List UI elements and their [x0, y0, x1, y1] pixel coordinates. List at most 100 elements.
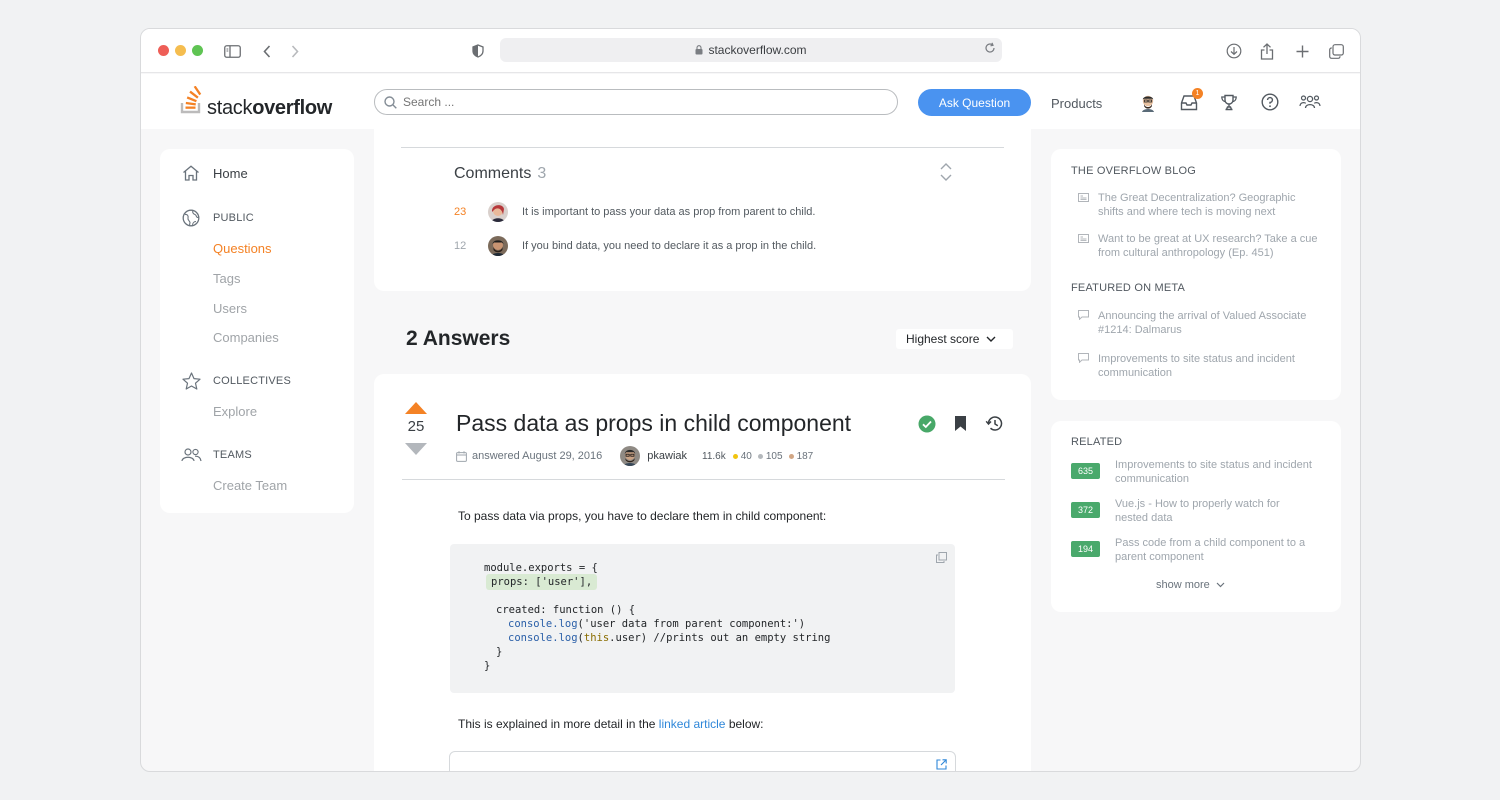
minimize-window-button[interactable]	[175, 45, 186, 56]
inbox-badge: 1	[1192, 88, 1203, 99]
author-name[interactable]: pkawiak	[647, 450, 687, 462]
stackoverflow-logo[interactable]: stackoverflow	[180, 85, 333, 119]
code-line: props: ['user'],	[486, 574, 598, 590]
comment-item: 12 If you bind data, you need to declare…	[454, 236, 816, 256]
related-link[interactable]: Improvements to site status and incident…	[1115, 458, 1315, 486]
related-link[interactable]: Vue.js - How to properly watch for neste…	[1115, 497, 1315, 525]
blog-link[interactable]: The Great Decentralization? Geographic s…	[1098, 191, 1323, 219]
code-block: module.exports = { props: ['user'], crea…	[450, 544, 955, 693]
divider	[401, 147, 1004, 148]
close-window-button[interactable]	[158, 45, 169, 56]
blog-link[interactable]: Want to be great at UX research? Take a …	[1098, 232, 1323, 260]
privacy-shield-icon[interactable]	[468, 41, 488, 61]
copy-icon[interactable]	[936, 552, 947, 563]
author-avatar[interactable]	[620, 446, 641, 466]
downvote-button[interactable]	[405, 442, 427, 460]
comment-avatar[interactable]	[488, 236, 508, 256]
expand-collapse-icon[interactable]	[939, 162, 953, 182]
search-box[interactable]	[374, 89, 898, 115]
question-comments-card: Comments 3 23 It is important to pass you…	[374, 129, 1031, 291]
globe-icon	[182, 209, 200, 227]
linked-article-preview[interactable]	[449, 751, 956, 771]
community-icon[interactable]	[1299, 91, 1321, 113]
show-more-button[interactable]: show more	[1156, 579, 1231, 591]
zoom-window-button[interactable]	[192, 45, 203, 56]
gold-badge-count: 40	[732, 451, 752, 462]
products-link[interactable]: Products	[1051, 96, 1102, 111]
bronze-badge-count: 187	[788, 451, 813, 462]
accepted-check-icon	[918, 415, 936, 433]
downloads-icon[interactable]	[1224, 41, 1244, 61]
related-score-badge: 194	[1071, 541, 1100, 557]
left-sidebar: Home PUBLIC Questions Tags Users Compani…	[160, 149, 354, 513]
silver-badge-count: 105	[757, 451, 783, 462]
reload-icon[interactable]	[984, 42, 996, 54]
linked-article-link[interactable]: linked article	[659, 717, 726, 731]
sort-label: Highest score	[906, 332, 980, 346]
url-text: stackoverflow.com	[708, 43, 807, 57]
related-score-badge: 635	[1071, 463, 1100, 479]
forward-icon[interactable]	[285, 41, 305, 61]
overflow-blog-widget: THE OVERFLOW BLOG The Great Decentraliza…	[1051, 149, 1341, 400]
sidebar-item-home[interactable]: Home	[213, 166, 248, 181]
sidebar-item-create-team[interactable]: Create Team	[213, 478, 287, 493]
related-link[interactable]: Pass code from a child component to a pa…	[1115, 536, 1315, 564]
ask-question-button[interactable]: Ask Question	[918, 89, 1031, 116]
code-line: }	[484, 660, 491, 672]
address-bar[interactable]: stackoverflow.com	[500, 38, 1002, 62]
answer-meta: answered August 29, 2016 pkawiak 11.6k 4…	[456, 446, 819, 466]
trophy-icon[interactable]	[1218, 91, 1240, 113]
stackoverflow-logo-icon	[180, 85, 204, 119]
new-tab-icon[interactable]	[1292, 41, 1312, 61]
related-heading: RELATED	[1071, 436, 1123, 448]
article-icon	[1078, 234, 1089, 243]
comment-bubble-icon	[1078, 310, 1089, 320]
meta-heading: FEATURED ON META	[1071, 282, 1186, 294]
sidebar-section-public: PUBLIC	[213, 212, 254, 224]
history-icon[interactable]	[985, 415, 1003, 432]
user-avatar[interactable]	[1137, 91, 1159, 113]
lock-icon	[695, 45, 703, 55]
comment-bubble-icon	[1078, 353, 1089, 363]
comment-score: 23	[454, 206, 467, 218]
stackoverflow-wordmark: stackoverflow	[207, 97, 333, 119]
sidebar-item-explore[interactable]: Explore	[213, 404, 257, 419]
back-icon[interactable]	[257, 41, 277, 61]
comment-score: 12	[454, 240, 467, 252]
sidebar-item-tags[interactable]: Tags	[213, 271, 240, 286]
sidebar-section-collectives: COLLECTIVES	[213, 375, 292, 387]
meta-link[interactable]: Announcing the arrival of Valued Associa…	[1098, 309, 1323, 337]
related-score-badge: 372	[1071, 502, 1100, 518]
code-line: created: function () {	[496, 604, 636, 616]
code-line: }	[496, 646, 503, 658]
sidebar-toggle-icon[interactable]	[222, 41, 242, 61]
sidebar-item-companies[interactable]: Companies	[213, 330, 279, 345]
comment-avatar[interactable]	[488, 202, 508, 222]
share-icon[interactable]	[1257, 41, 1277, 61]
site-header: stackoverflow Ask Question Products 1	[141, 74, 1360, 129]
sidebar-item-questions[interactable]: Questions	[213, 241, 272, 256]
answer-title: Pass data as props in child component	[456, 410, 852, 436]
tab-overview-icon[interactable]	[1326, 41, 1346, 61]
inbox-icon[interactable]: 1	[1178, 88, 1203, 113]
related-questions-widget: RELATED 635 Improvements to site status …	[1051, 421, 1341, 612]
comments-heading: Comments 3	[454, 165, 547, 182]
upvote-button[interactable]	[405, 401, 427, 419]
sidebar-item-users[interactable]: Users	[213, 301, 247, 316]
answer-outro-text: This is explained in more detail in the …	[458, 717, 764, 731]
article-icon	[1078, 193, 1089, 202]
help-icon[interactable]	[1259, 91, 1281, 113]
code-line: console.log('user data from parent compo…	[508, 618, 806, 630]
sort-dropdown[interactable]: Highest score	[896, 329, 1014, 349]
comment-text: It is important to pass your data as pro…	[522, 206, 816, 218]
bookmark-icon[interactable]	[954, 415, 967, 432]
search-input[interactable]	[403, 95, 883, 109]
browser-toolbar: stackoverflow.com	[141, 29, 1360, 73]
meta-link[interactable]: Improvements to site status and incident…	[1098, 352, 1323, 380]
answered-date: answered August 29, 2016	[472, 450, 603, 462]
chevron-down-icon	[986, 336, 996, 342]
external-link-icon[interactable]	[936, 759, 947, 770]
sidebar-section-teams: TEAMS	[213, 449, 252, 461]
blog-heading: THE OVERFLOW BLOG	[1071, 165, 1197, 177]
comment-text: If you bind data, you need to declare it…	[522, 240, 817, 252]
